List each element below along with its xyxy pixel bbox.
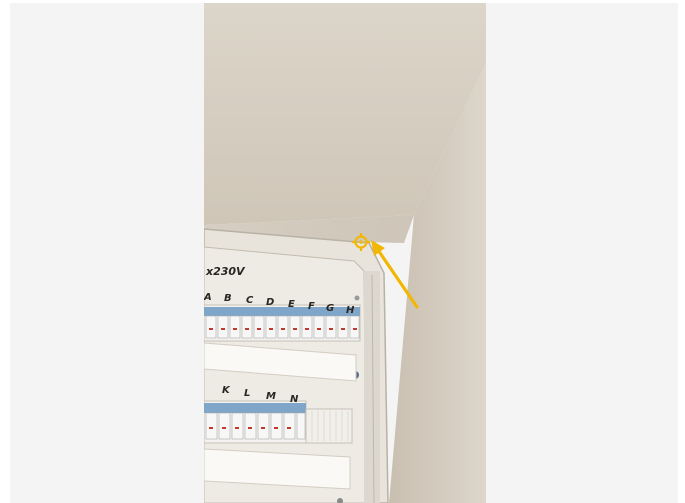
photo: x230V A B C D E F G H K L M N <box>204 3 486 503</box>
row1-label-e: E <box>288 299 295 310</box>
row1-label-d: D <box>266 297 274 308</box>
row1-label-f: F <box>308 301 315 312</box>
row2-label-l: L <box>244 388 250 399</box>
row1-label-g: G <box>326 303 334 314</box>
row1-label-c: C <box>246 295 254 306</box>
row1-label-a: A <box>204 292 212 303</box>
row2-label-n: N <box>290 394 299 405</box>
row2-label-k: K <box>222 385 231 396</box>
row1-label-h: H <box>346 305 355 316</box>
voltage-label: x230V <box>205 265 246 278</box>
row2-label-m: M <box>266 391 276 402</box>
row1-label-b: B <box>224 293 232 304</box>
breaker-row-1 <box>204 304 361 342</box>
